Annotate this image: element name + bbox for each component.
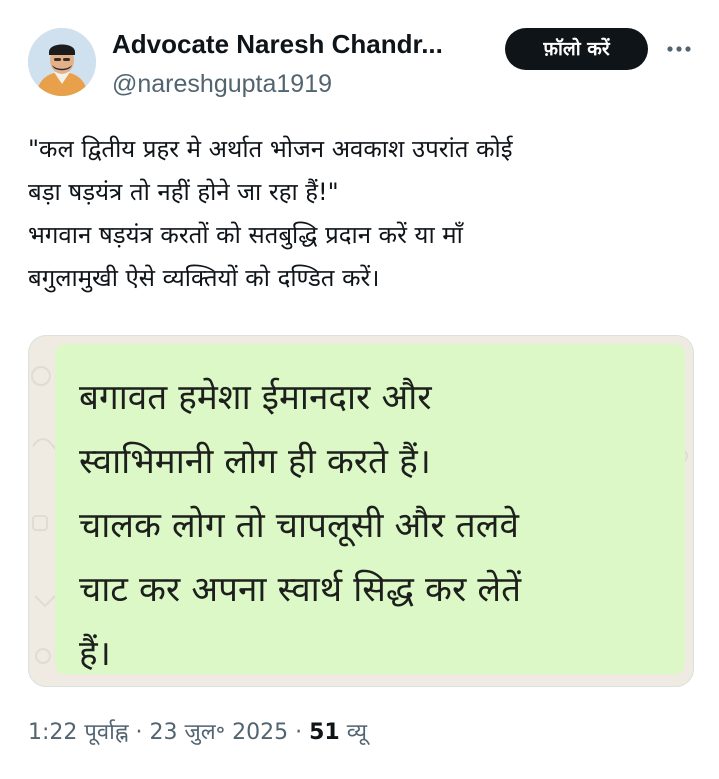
- author-display-name[interactable]: Advocate Naresh Chandr...: [112, 27, 443, 61]
- tweet-header: Advocate Naresh Chandr... @nareshgupta19…: [0, 0, 719, 110]
- chat-message-line: हैं।: [79, 634, 111, 674]
- tweet-date[interactable]: 23 जुल॰ 2025: [150, 720, 289, 745]
- author-handle[interactable]: @nareshgupta1919: [112, 68, 332, 100]
- tweet-text-line: "कल द्वितीय प्रहर मे अर्थात भोजन अवकाश उ…: [28, 135, 513, 163]
- chat-message-line: चाट कर अपना स्वार्थ सिद्ध कर लेतें: [79, 570, 522, 610]
- meta-separator: ·: [288, 720, 310, 745]
- tweet-media-image[interactable]: बगावत हमेशा ईमानदार और स्वाभिमानी लोग ही…: [28, 335, 694, 687]
- views-label: व्यू: [339, 720, 367, 745]
- views-count: 51: [309, 720, 340, 745]
- chat-message-line: चालक लोग तो चापलूसी और तलवे: [79, 506, 519, 546]
- more-horizontal-icon: [667, 46, 691, 52]
- avatar[interactable]: [28, 28, 96, 96]
- tweet-text-line: भगवान षड़यंत्र करतों को सतबुद्धि प्रदान …: [28, 221, 463, 249]
- meta-separator: ·: [128, 720, 150, 745]
- tweet-text: "कल द्वितीय प्रहर मे अर्थात भोजन अवकाश उ…: [28, 128, 698, 300]
- follow-button[interactable]: फ़ॉलो करें: [505, 28, 648, 70]
- tweet-text-line: बड़ा षड़यंत्र तो नहीं होने जा रहा हैं!": [28, 178, 339, 206]
- chat-message-line: बगावत हमेशा ईमानदार और: [79, 378, 432, 418]
- chat-message-line: स्वाभिमानी लोग ही करते हैं।: [79, 442, 431, 482]
- profile-photo-icon: [28, 28, 96, 96]
- tweet-metadata: 1:22 पूर्वाह्न · 23 जुल॰ 2025 · 51 व्यू: [28, 716, 367, 750]
- more-options-button[interactable]: [662, 32, 696, 66]
- tweet-text-line: बगुलामुखी ऐसे व्यक्तियों को दण्डित करें।: [28, 264, 380, 292]
- tweet-time[interactable]: 1:22 पूर्वाह्न: [28, 720, 129, 745]
- chat-message-text: बगावत हमेशा ईमानदार और स्वाभिमानी लोग ही…: [79, 366, 679, 686]
